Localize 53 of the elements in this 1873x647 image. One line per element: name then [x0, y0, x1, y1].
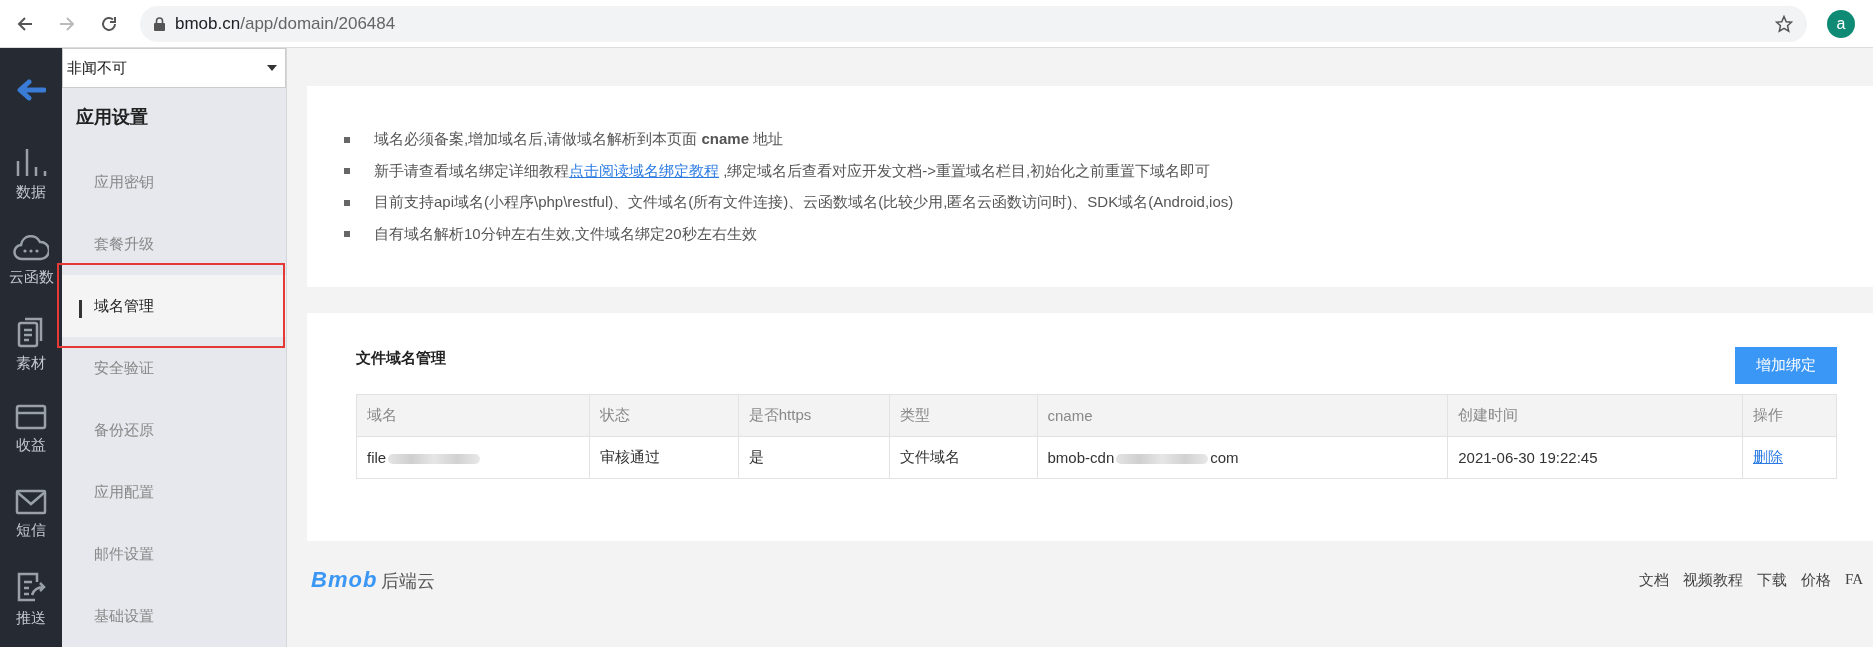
lock-icon — [154, 16, 165, 31]
nav-label[interactable]: 素材 — [16, 354, 46, 373]
bar-chart-icon — [14, 147, 48, 177]
bullet-icon — [344, 168, 350, 175]
bullet-icon — [344, 199, 350, 206]
column-header: 类型 — [889, 394, 1037, 437]
edit-share-icon — [15, 571, 47, 603]
back-arrow-icon[interactable] — [16, 79, 46, 101]
mail-icon — [15, 489, 47, 515]
sidebar-item[interactable]: 域名管理 — [94, 296, 154, 316]
footer-link[interactable]: FA — [1844, 571, 1863, 590]
section-title: 应用设置 — [75, 106, 149, 129]
table-cell: 审核通过 — [589, 436, 739, 479]
delete-link[interactable]: 删除 — [1753, 448, 1783, 465]
nav-label[interactable]: 短信 — [16, 521, 46, 540]
table-cell: 是 — [738, 436, 890, 479]
nav-label[interactable]: 数据 — [16, 183, 46, 202]
nav-label[interactable]: 收益 — [16, 436, 46, 455]
table-cell: file — [356, 436, 590, 479]
nav-label[interactable]: 推送 — [16, 609, 46, 628]
back-icon[interactable] — [16, 14, 34, 33]
app-select[interactable]: 非闻不可 — [62, 48, 286, 88]
cloud-icon — [13, 232, 49, 262]
bullet-icon — [344, 231, 350, 238]
footer-link[interactable]: 视频教程 — [1682, 571, 1743, 590]
section-heading: 文件域名管理 — [356, 349, 446, 368]
star-icon[interactable] — [1775, 14, 1793, 33]
card-icon — [15, 404, 47, 430]
column-header: 是否https — [738, 394, 890, 437]
bullet-icon — [344, 136, 350, 143]
active-indicator — [79, 300, 82, 318]
footer-link[interactable]: 下载 — [1756, 571, 1787, 590]
column-header: 创建时间 — [1447, 394, 1743, 437]
column-header: 操作 — [1742, 394, 1837, 437]
table-cell: bmob-cdn com — [1037, 436, 1448, 479]
logo-text: 后端云 — [381, 570, 436, 593]
note-text: 新手请查看域名绑定详细教程点击阅读域名绑定教程 ,绑定域名后查看对应开发文档->重置域名栏目,初始化之前重置下域名即可 — [374, 161, 1211, 181]
table-cell: 文件域名 — [889, 436, 1037, 479]
footer-link[interactable]: 价格 — [1800, 571, 1831, 590]
note-text: 域名必须备案,增加域名后,请做域名解析到本页面 cname 地址 — [374, 130, 784, 150]
address-bar[interactable]: bmob.cn/app/domain/206484 — [140, 5, 1807, 42]
footer-link[interactable]: 文档 — [1638, 571, 1669, 590]
tutorial-link[interactable]: 点击阅读域名绑定教程 — [569, 161, 719, 179]
column-header: 域名 — [356, 394, 590, 437]
column-header: cname — [1037, 394, 1448, 437]
reload-icon[interactable] — [100, 14, 118, 33]
note-text: 自有域名解析10分钟左右生效,文件域名绑定20秒左右生效 — [374, 224, 757, 244]
note-text: 目前支持api域名(小程序\php\restful)、文件域名(所有文件连接)、云函数域名(比较少用,匿名云函数访问时)、SDK域名(Android,ios) — [374, 193, 1234, 213]
profile-avatar[interactable]: a — [1827, 9, 1855, 38]
nav-label[interactable]: 云函数 — [8, 268, 54, 287]
column-header: 状态 — [589, 394, 739, 437]
caret-icon[interactable] — [267, 65, 277, 71]
table-cell: 2021-06-30 19:22:45 — [1447, 436, 1743, 479]
